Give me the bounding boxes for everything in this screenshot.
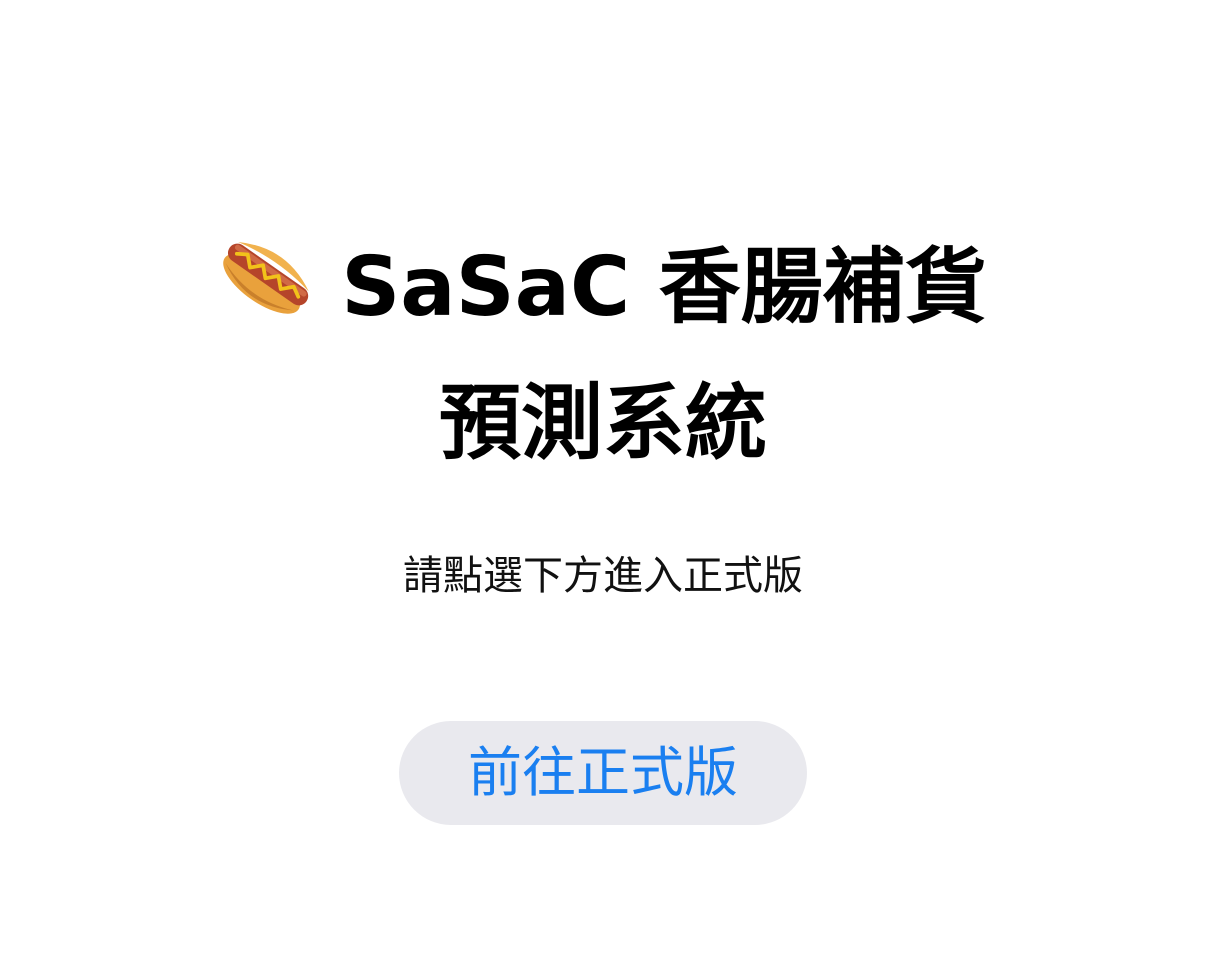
title-text-1: SaSaC 香腸補貨 bbox=[341, 240, 987, 335]
instruction-text: 請點選下方進入正式版 bbox=[403, 553, 803, 599]
page-title: SaSaC 香腸補貨 預測系統 bbox=[0, 220, 1206, 492]
title-line-1: SaSaC 香腸補貨 bbox=[0, 220, 1206, 356]
title-line-2: 預測系統 bbox=[438, 376, 767, 471]
hotdog-icon bbox=[223, 242, 310, 314]
landing-page: SaSaC 香腸補貨 預測系統 請點選下方進入正式版 前往正式版 bbox=[0, 0, 1206, 960]
go-to-production-button[interactable]: 前往正式版 bbox=[399, 721, 807, 825]
